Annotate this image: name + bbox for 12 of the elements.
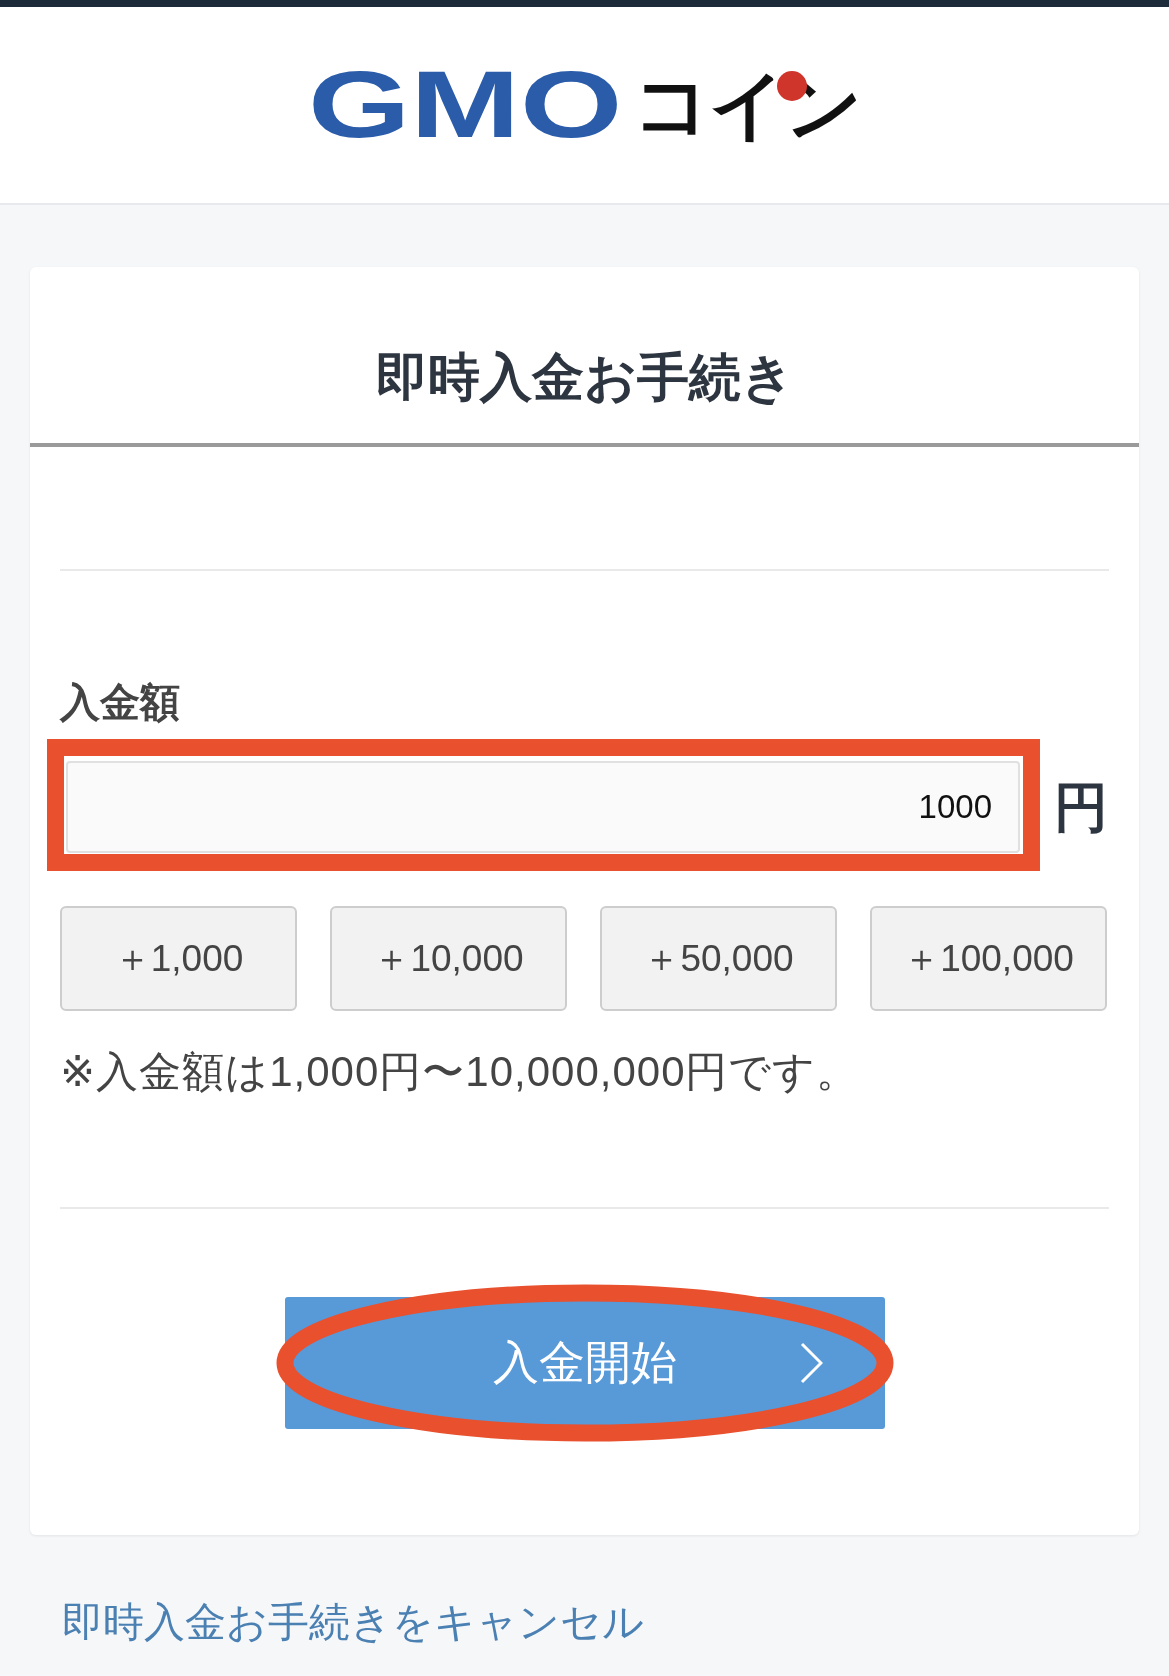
card-title: 即時入金お手続き	[375, 347, 794, 408]
quick-add-button[interactable]: ＋50,000	[600, 906, 837, 1011]
logo-wordmark: GMO	[308, 58, 623, 152]
quick-add-button[interactable]: ＋10,000	[330, 906, 567, 1011]
cancel-link[interactable]: 即時入金お手続きをキャンセル	[62, 1596, 644, 1648]
amount-note: ※入金額は1,000円〜10,000,000円です。	[60, 1047, 860, 1097]
amount-input[interactable]: 1000	[66, 761, 1020, 853]
unit-label: 円	[1054, 777, 1108, 837]
field-label: 入金額	[60, 679, 180, 726]
quick-add-button[interactable]: ＋1,000	[60, 906, 297, 1011]
chevron-right-icon	[799, 1342, 823, 1384]
quick-add-button[interactable]: ＋100,000	[870, 906, 1107, 1011]
